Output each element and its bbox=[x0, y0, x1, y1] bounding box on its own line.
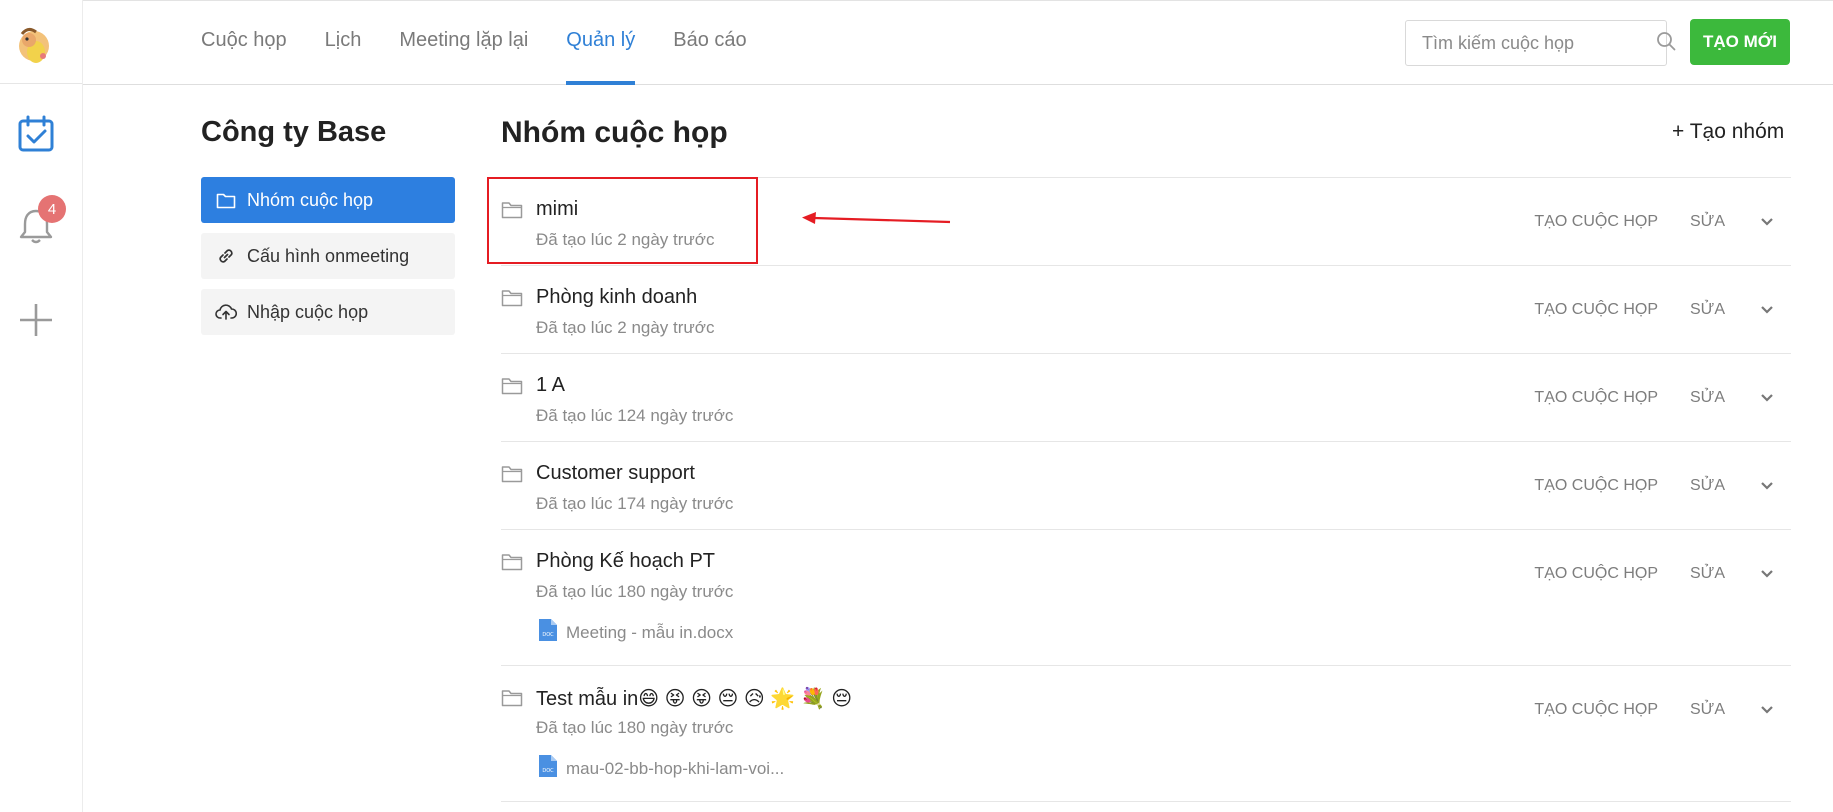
highlight-box bbox=[487, 177, 758, 264]
side-item-nhom-cuoc-hop[interactable]: Nhóm cuộc họp bbox=[201, 177, 455, 223]
tab-lich[interactable]: Lịch bbox=[325, 1, 362, 84]
create-group-button[interactable]: + Tạo nhóm bbox=[1672, 120, 1784, 144]
link-icon bbox=[215, 245, 237, 267]
group-created-time: Đã tạo lúc 180 ngày trước bbox=[536, 718, 734, 737]
group-created-time: Đã tạo lúc 174 ngày trước bbox=[536, 494, 734, 513]
side-item-label: Cấu hình onmeeting bbox=[247, 245, 410, 266]
side-item-label: Nhập cuộc họp bbox=[247, 301, 369, 322]
search-input[interactable] bbox=[1420, 31, 1656, 55]
chevron-down-icon[interactable] bbox=[1757, 303, 1777, 317]
group-row[interactable]: 1 A Đã tạo lúc 124 ngày trước TẠO CUỘC H… bbox=[501, 354, 1791, 442]
group-row[interactable]: Customer support Đã tạo lúc 174 ngày trư… bbox=[501, 442, 1791, 530]
group-row[interactable]: Phòng kinh doanh Đã tạo lúc 2 ngày trước… bbox=[501, 266, 1791, 354]
create-meeting-button[interactable]: TẠO CUỘC HỌP bbox=[1534, 477, 1658, 495]
calendar-check-icon[interactable] bbox=[14, 112, 58, 156]
group-name[interactable]: Customer support bbox=[536, 462, 695, 485]
tab-cuoc-hop[interactable]: Cuộc họp bbox=[201, 1, 287, 84]
row-actions: TẠO CUỘC HỌP SỬA bbox=[1534, 389, 1791, 407]
file-name: Meeting - mẫu in.docx bbox=[566, 622, 734, 642]
main-nav: Cuộc họp Lịch Meeting lặp lại Quản lý Bá… bbox=[201, 1, 785, 85]
edit-button[interactable]: SỬA bbox=[1690, 565, 1725, 583]
tab-quan-ly[interactable]: Quản lý bbox=[566, 1, 635, 85]
row-actions: TẠO CUỘC HỌP SỬA bbox=[1534, 701, 1791, 719]
row-actions: TẠO CUỘC HỌP SỬA bbox=[1534, 477, 1791, 495]
chevron-down-icon[interactable] bbox=[1757, 391, 1777, 405]
edit-button[interactable]: SỬA bbox=[1690, 701, 1725, 719]
group-name[interactable]: Phòng Kế hoạch PT bbox=[536, 550, 715, 573]
svg-text:DOC: DOC bbox=[542, 632, 554, 638]
create-meeting-button[interactable]: TẠO CUỘC HỌP bbox=[1534, 213, 1658, 231]
cloud-upload-icon bbox=[215, 301, 237, 323]
group-list: mimi Đã tạo lúc 2 ngày trước TẠO CUỘC HỌ… bbox=[501, 177, 1791, 802]
group-created-time: Đã tạo lúc 124 ngày trước bbox=[536, 406, 734, 425]
attached-file[interactable]: DOC mau-02-bb-hop-khi-lam-voi... bbox=[538, 754, 784, 783]
svg-text:DOC: DOC bbox=[542, 768, 554, 774]
create-meeting-button[interactable]: TẠO CUỘC HỌP bbox=[1534, 389, 1658, 407]
group-row[interactable]: Phòng Kế hoạch PT Đã tạo lúc 180 ngày tr… bbox=[501, 530, 1791, 666]
search-icon[interactable] bbox=[1656, 31, 1676, 56]
group-row[interactable]: Test mẫu in😄 😝 😝 😔 😥 🌟 💐 😔 Đã tạo lúc 18… bbox=[501, 666, 1791, 802]
tab-meeting-lap-lai[interactable]: Meeting lặp lại bbox=[399, 1, 528, 84]
group-created-time: Đã tạo lúc 180 ngày trước bbox=[536, 582, 734, 601]
left-rail: 4 bbox=[0, 0, 83, 812]
top-header: Cuộc họp Lịch Meeting lặp lại Quản lý Bá… bbox=[83, 1, 1833, 85]
doc-file-icon: DOC bbox=[538, 618, 558, 647]
group-name[interactable]: Phòng kinh doanh bbox=[536, 286, 697, 309]
notification-badge: 4 bbox=[38, 195, 66, 223]
doc-file-icon: DOC bbox=[538, 754, 558, 783]
edit-button[interactable]: SỬA bbox=[1690, 301, 1725, 319]
group-created-time: Đã tạo lúc 2 ngày trước bbox=[536, 318, 715, 337]
folder-icon bbox=[501, 465, 523, 483]
side-item-nhap-cuoc-hop[interactable]: Nhập cuộc họp bbox=[201, 289, 455, 335]
chevron-down-icon[interactable] bbox=[1757, 215, 1777, 229]
edit-button[interactable]: SỬA bbox=[1690, 213, 1725, 231]
tab-bao-cao[interactable]: Báo cáo bbox=[673, 1, 746, 84]
create-meeting-button[interactable]: TẠO CUỘC HỌP bbox=[1534, 301, 1658, 319]
row-actions: TẠO CUỘC HỌP SỬA bbox=[1534, 213, 1791, 231]
folder-icon bbox=[501, 689, 523, 707]
edit-button[interactable]: SỬA bbox=[1690, 389, 1725, 407]
side-item-label: Nhóm cuộc họp bbox=[247, 189, 374, 210]
chevron-down-icon[interactable] bbox=[1757, 703, 1777, 717]
create-meeting-button[interactable]: TẠO CUỘC HỌP bbox=[1534, 701, 1658, 719]
group-name[interactable]: 1 A bbox=[536, 374, 565, 397]
create-new-button[interactable]: TẠO MỚI bbox=[1690, 19, 1790, 65]
side-item-cau-hinh-onmeeting[interactable]: Cấu hình onmeeting bbox=[201, 233, 455, 279]
company-title: Công ty Base bbox=[201, 116, 387, 148]
search-box bbox=[1405, 20, 1676, 66]
folder-icon bbox=[501, 377, 523, 395]
page-title: Nhóm cuộc họp bbox=[501, 116, 728, 149]
folder-icon bbox=[501, 553, 523, 571]
edit-button[interactable]: SỬA bbox=[1690, 477, 1725, 495]
group-name[interactable]: Test mẫu in😄 😝 😝 😔 😥 🌟 💐 😔 bbox=[536, 686, 852, 711]
avatar[interactable] bbox=[12, 22, 58, 68]
file-name: mau-02-bb-hop-khi-lam-voi... bbox=[566, 758, 785, 778]
plus-icon[interactable] bbox=[14, 298, 58, 342]
folder-icon bbox=[501, 289, 523, 307]
attached-file[interactable]: DOC Meeting - mẫu in.docx bbox=[538, 618, 733, 647]
chevron-down-icon[interactable] bbox=[1757, 479, 1777, 493]
annotation-arrow bbox=[802, 212, 951, 224]
create-meeting-button[interactable]: TẠO CUỘC HỌP bbox=[1534, 565, 1658, 583]
folder-icon bbox=[215, 189, 237, 211]
row-actions: TẠO CUỘC HỌP SỬA bbox=[1534, 301, 1791, 319]
rail-divider bbox=[0, 83, 82, 84]
side-menu: Nhóm cuộc họp Cấu hình onmeeting Nhập cu… bbox=[201, 177, 455, 345]
chevron-down-icon[interactable] bbox=[1757, 567, 1777, 581]
row-actions: TẠO CUỘC HỌP SỬA bbox=[1534, 565, 1791, 583]
